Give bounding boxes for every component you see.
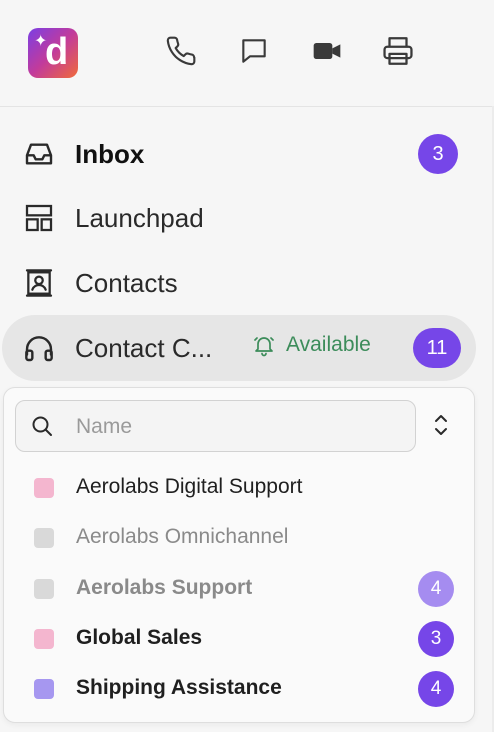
team-color-swatch	[34, 478, 54, 498]
team-name: Shipping Assistance	[76, 676, 282, 699]
team-color-swatch	[34, 629, 54, 649]
chat-icon[interactable]	[237, 34, 271, 68]
inbox-icon	[22, 137, 56, 171]
team-color-swatch	[34, 579, 54, 599]
bell-icon	[252, 333, 276, 357]
team-count-badge: 4	[418, 671, 454, 707]
team-count-badge: 4	[418, 571, 454, 607]
team-name: Aerolabs Support	[76, 576, 253, 599]
phone-icon[interactable]	[164, 34, 198, 68]
contact-center-count-badge: 11	[413, 328, 461, 368]
team-item-aerolabs-support[interactable]: Aerolabs Support 4	[4, 567, 474, 611]
logo-letter: d	[45, 31, 69, 73]
app-logo[interactable]: ✦ d	[28, 28, 78, 78]
team-item-aerolabs-omnichannel[interactable]: Aerolabs Omnichannel	[4, 516, 474, 560]
nav-item-label: Contact C...	[75, 332, 213, 363]
team-item-shipping-assistance[interactable]: Shipping Assistance 4	[4, 667, 474, 711]
search-icon	[30, 414, 54, 443]
team-color-swatch	[34, 679, 54, 699]
availability-label: Available	[286, 333, 371, 356]
contact-card-icon	[22, 266, 56, 300]
team-item-global-sales[interactable]: Global Sales 3	[4, 617, 474, 661]
nav-item-launchpad[interactable]: Launchpad	[0, 186, 476, 250]
nav-item-label: Inbox	[75, 138, 145, 169]
headset-icon	[22, 331, 56, 365]
team-item-aerolabs-digital-support[interactable]: Aerolabs Digital Support	[4, 466, 474, 510]
team-name: Aerolabs Digital Support	[76, 475, 303, 498]
sort-toggle-icon[interactable]	[430, 412, 454, 438]
print-icon[interactable]	[381, 34, 415, 68]
nav-item-contacts[interactable]: Contacts	[0, 251, 476, 315]
availability-status[interactable]: Available	[252, 333, 371, 357]
nav-item-inbox[interactable]: Inbox 3	[0, 122, 476, 186]
team-search-input[interactable]	[74, 411, 408, 443]
top-bar: ✦ d	[0, 0, 494, 107]
video-icon[interactable]	[310, 34, 344, 68]
team-search-field[interactable]	[15, 400, 416, 452]
nav-item-contact-center-content[interactable]: Contact C... 11	[0, 316, 476, 380]
inbox-count-badge: 3	[418, 134, 458, 174]
team-dropdown: Aerolabs Digital Support Aerolabs Omnich…	[3, 387, 475, 723]
team-color-swatch	[34, 528, 54, 548]
team-name: Aerolabs Omnichannel	[76, 525, 289, 548]
nav-item-label: Contacts	[75, 267, 178, 298]
team-name: Global Sales	[76, 626, 203, 649]
team-count-badge: 3	[418, 621, 454, 657]
nav-item-label: Launchpad	[75, 202, 204, 233]
layout-icon	[22, 201, 56, 235]
